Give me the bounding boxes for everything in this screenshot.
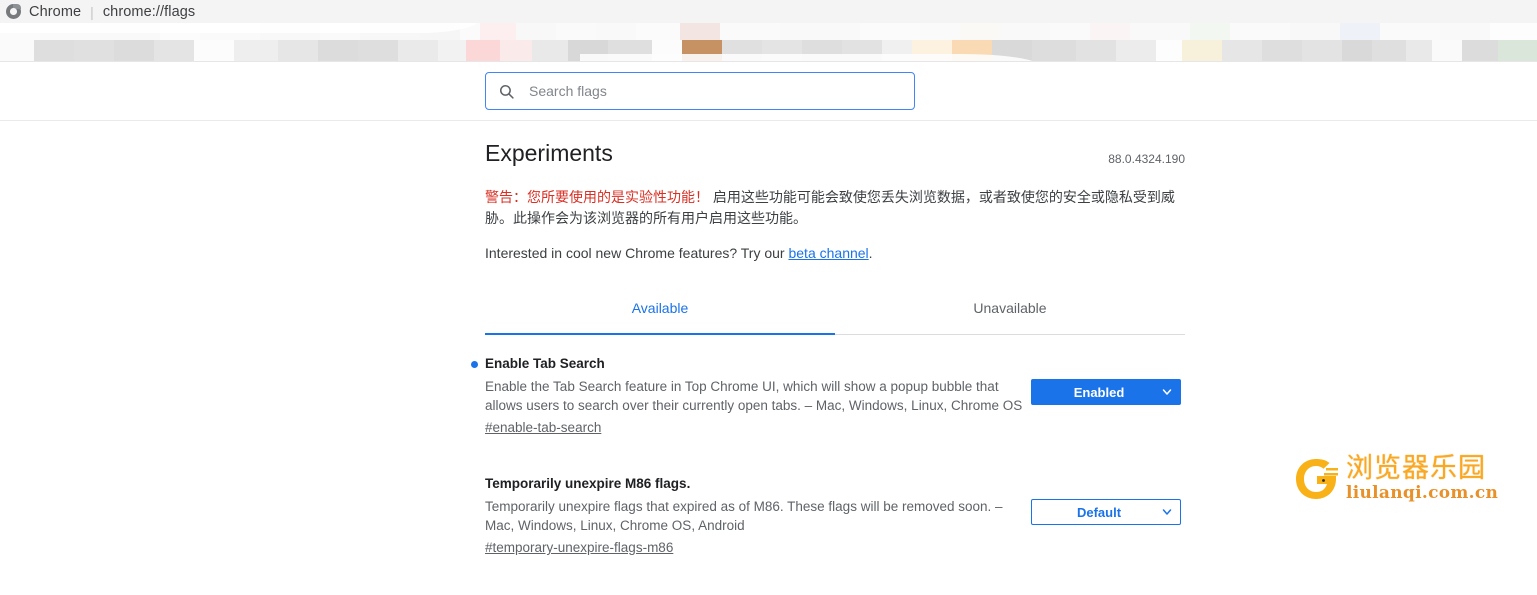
blurred-tab-pixel — [960, 23, 1000, 40]
blurred-tab-pixel — [154, 40, 194, 62]
flags-content-column: Experiments 88.0.4324.190 警告：您所要使用的是实验性功… — [471, 121, 1185, 595]
blurred-tab-pixel — [398, 40, 438, 62]
tab-available[interactable]: Available — [485, 289, 835, 335]
blurred-tab-pixel — [920, 23, 960, 40]
flags-tabs: Available Unavailable — [485, 289, 1185, 335]
blurred-tab-pixel — [1440, 23, 1490, 40]
blurred-tab-pixel — [1432, 40, 1462, 62]
blurred-tab-pixel — [1262, 40, 1302, 62]
blurred-tab-pixel — [1182, 40, 1222, 62]
blurred-tab-pixel — [1000, 23, 1050, 40]
blurred-tab-pixel — [34, 40, 74, 62]
blurred-tab-pixel — [1156, 40, 1182, 62]
blurred-tab-pixel — [1230, 23, 1290, 40]
blurred-tab-pixel — [1116, 40, 1156, 62]
beta-channel-line: Interested in cool new Chrome features? … — [485, 243, 1185, 263]
blurred-tab-pixel — [480, 23, 516, 40]
flag-description: Temporarily unexpire flags that expired … — [485, 499, 1003, 533]
blurred-tab-pixel — [1302, 40, 1342, 62]
beta-line-prefix: Interested in cool new Chrome features? … — [485, 245, 789, 261]
experiments-header: Experiments 88.0.4324.190 — [485, 121, 1185, 184]
blurred-tab-strip — [0, 23, 1537, 62]
beta-channel-link[interactable]: beta channel — [788, 245, 868, 261]
flag-select-wrapper: DefaultEnabledDisabled — [1031, 499, 1181, 525]
blurred-tab-pixel — [1130, 23, 1190, 40]
blurred-tab-pixel — [358, 40, 398, 62]
blurred-tab-pixel — [74, 40, 114, 62]
flag-control: DefaultEnabledDisabled — [1031, 499, 1181, 525]
flag-select-temporary-unexpire-flags-m86[interactable]: DefaultEnabledDisabled — [1031, 499, 1181, 525]
blurred-tab-pixel — [466, 40, 500, 62]
blurred-tab-pixel — [860, 23, 920, 40]
blurred-tab-pixel — [516, 23, 556, 40]
blurred-tab-pixel — [1190, 23, 1230, 40]
browser-chrome-strip: Chrome | chrome://flags — [0, 0, 1537, 62]
blurred-tab-pixel — [278, 40, 318, 62]
tabstrip-highlight — [0, 23, 480, 33]
flag-details: Enable Tab Search Enable the Tab Search … — [471, 355, 1033, 437]
flag-permalink[interactable]: #enable-tab-search — [485, 420, 601, 435]
search-icon — [498, 83, 515, 100]
blurred-tab-pixel — [194, 40, 234, 62]
blurred-tab-pixel — [556, 23, 596, 40]
blurred-tab-pixel — [1090, 23, 1130, 40]
browser-identity-bar: Chrome | chrome://flags — [0, 0, 1537, 23]
experiments-warning: 警告：您所要使用的是实验性功能！ 启用这些功能可能会致使您丢失浏览数据，或者致使… — [485, 187, 1185, 229]
flags-toolbar: Reset all — [0, 62, 1537, 168]
flag-row: Enable Tab Search Enable the Tab Search … — [471, 355, 1185, 437]
blurred-tab-pixel — [114, 40, 154, 62]
blurred-tab-pixel — [596, 23, 636, 40]
blurred-tab-pixel — [636, 23, 680, 40]
blurred-tab-pixel — [1222, 40, 1262, 62]
search-box[interactable] — [485, 72, 915, 110]
identity-separator: | — [90, 3, 94, 20]
flags-content: Experiments 88.0.4324.190 警告：您所要使用的是实验性功… — [0, 121, 1537, 561]
blurred-tab-pixel — [1076, 40, 1116, 62]
tab-unavailable[interactable]: Unavailable — [835, 289, 1185, 334]
blurred-tab-pixel — [1380, 23, 1440, 40]
warning-red-text: 警告：您所要使用的是实验性功能！ — [485, 189, 709, 205]
search-input[interactable] — [527, 82, 902, 100]
blurred-tab-pixel — [318, 40, 358, 62]
blurred-tab-pixel — [780, 23, 860, 40]
blurred-tab-pixel — [720, 23, 780, 40]
flag-description: Enable the Tab Search feature in Top Chr… — [485, 379, 1023, 413]
blurred-tab-pixel — [1462, 40, 1498, 62]
flag-control: DefaultEnabledDisabled — [1031, 379, 1181, 405]
flag-title: Temporarily unexpire M86 flags. — [485, 476, 691, 491]
beta-line-suffix: . — [868, 245, 873, 261]
blurred-tab-pixel — [0, 40, 34, 62]
blurred-tab-pixel — [500, 40, 532, 62]
flag-row: Temporarily unexpire M86 flags. Temporar… — [485, 475, 1185, 557]
blurred-tab-pixel — [1498, 40, 1537, 62]
blurred-tab-pixel — [1050, 23, 1090, 40]
browser-url-label: chrome://flags — [102, 3, 196, 20]
blurred-tab-pixel — [234, 40, 278, 62]
blurred-tab-pixel — [1342, 40, 1372, 62]
flag-select-enable-tab-search[interactable]: DefaultEnabledDisabled — [1031, 379, 1181, 405]
flags-list: Enable Tab Search Enable the Tab Search … — [471, 355, 1185, 557]
blurred-tab-pixel — [680, 23, 720, 40]
flag-details: Temporarily unexpire M86 flags. Temporar… — [485, 475, 1033, 557]
blurred-tab-pixel — [1490, 23, 1537, 40]
browser-app-name: Chrome — [29, 3, 82, 20]
flag-permalink[interactable]: #temporary-unexpire-flags-m86 — [485, 540, 673, 555]
blurred-tab-pixel — [1406, 40, 1432, 62]
chrome-logo-icon — [6, 4, 21, 19]
flag-modified-dot-icon — [471, 361, 478, 368]
blurred-tab-pixel — [532, 40, 568, 62]
blurred-tab-pixel — [1290, 23, 1340, 40]
blurred-tab-pixel — [1032, 40, 1076, 62]
flag-select-wrapper: DefaultEnabledDisabled — [1031, 379, 1181, 405]
page-title: Experiments — [485, 140, 613, 166]
version-number: 88.0.4324.190 — [1108, 152, 1185, 166]
flag-title: Enable Tab Search — [485, 356, 605, 371]
blurred-tab-pixel — [438, 40, 466, 62]
blurred-tab-pixel — [1372, 40, 1406, 62]
blurred-tab-pixel — [1340, 23, 1380, 40]
